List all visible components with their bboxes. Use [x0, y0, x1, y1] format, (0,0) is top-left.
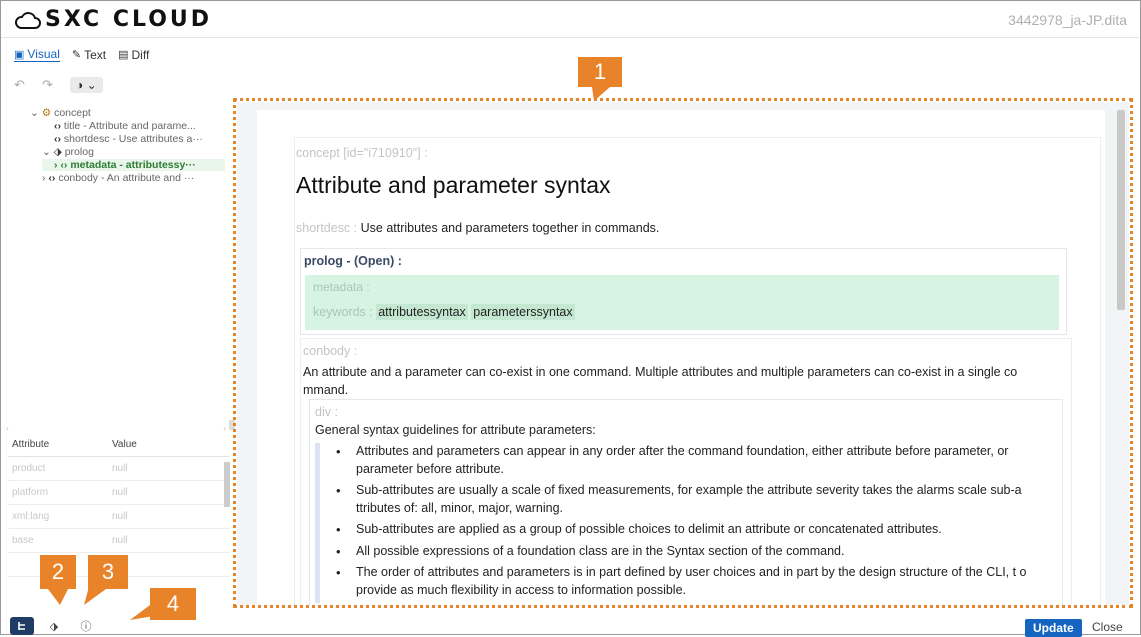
- tree-node-text: - attributessy···: [119, 159, 196, 171]
- tree-node-metadata[interactable]: › ‹› metadata - attributessy···: [42, 159, 225, 171]
- table-row[interactable]: base null: [8, 529, 230, 553]
- update-button[interactable]: Update: [1025, 619, 1082, 637]
- close-button[interactable]: Close: [1092, 620, 1123, 634]
- callout-highlight-frame: [233, 98, 1133, 608]
- tab-diff[interactable]: ▤ Diff: [118, 47, 149, 62]
- pen-icon: ✎: [71, 49, 82, 61]
- callout-2: 2: [40, 555, 76, 605]
- tree-structure-icon: [18, 622, 25, 630]
- tab-text-label: Text: [84, 47, 107, 62]
- tree-node-conbody[interactable]: › ‹› conbody - An attribute and ···: [30, 172, 225, 184]
- attribute-value[interactable]: null: [112, 463, 222, 474]
- tag-icon: ‹›: [60, 159, 68, 171]
- info-button[interactable]: ⓘ: [74, 617, 98, 635]
- bottom-toolbar: ⬗ ⓘ: [10, 617, 98, 635]
- tag-icon: ⬗: [49, 620, 59, 633]
- tag-icon: ‹›: [54, 133, 61, 145]
- attribute-table-header: Attribute Value: [8, 432, 230, 457]
- tree-node-shortdesc[interactable]: ‹› shortdesc - Use attributes a···: [30, 133, 225, 145]
- tree-node-tag: shortdesc: [63, 133, 110, 145]
- tab-visual[interactable]: ▣ Visual: [14, 47, 60, 62]
- tree-node-prolog[interactable]: ⌄ ⬗ prolog: [30, 146, 225, 158]
- attribute-value[interactable]: null: [112, 535, 222, 546]
- attribute-value[interactable]: null: [112, 511, 222, 522]
- tag-icon: ‹›: [48, 172, 56, 184]
- brand-logo: SXC CLOUD: [15, 8, 212, 32]
- callout-number: 4: [166, 591, 180, 616]
- structure-view-button[interactable]: [10, 617, 34, 635]
- tree-node-tag: metadata: [70, 159, 117, 171]
- outline-tree: ⌄ ⚙ concept ‹› title - Attribute and par…: [30, 107, 225, 185]
- attribute-name: platform: [12, 487, 49, 498]
- visual-icon: ▣: [14, 48, 25, 61]
- attribute-value[interactable]: null: [112, 487, 222, 498]
- tag-view-button[interactable]: ⬗: [42, 617, 66, 635]
- tree-node-tag: title: [63, 120, 81, 132]
- table-row[interactable]: platform null: [8, 481, 230, 505]
- callout-4: 4: [130, 588, 196, 620]
- tree-horizontal-scrollbar[interactable]: ‹ ›: [6, 424, 226, 433]
- attribute-name: xml:lang: [12, 511, 50, 522]
- callout-3: 3: [84, 555, 128, 605]
- tree-node-text: - Use attributes a···: [112, 133, 203, 145]
- callout-1: 1: [578, 57, 622, 101]
- tag-icon: ‹›: [54, 120, 61, 132]
- view-tabs: ▣ Visual ✎ Text ▤ Diff: [14, 47, 149, 62]
- tree-node-tag: conbody: [58, 172, 99, 184]
- callout-number: 1: [593, 59, 607, 84]
- tree-node-label: concept: [54, 107, 91, 119]
- tab-diff-label: Diff: [131, 47, 150, 62]
- attribute-name: base: [12, 535, 34, 546]
- app-header: SXC CLOUD 3442978_ja-JP.dita: [1, 1, 1139, 38]
- column-header-attribute: Attribute: [12, 438, 50, 450]
- redo-icon[interactable]: ↷: [42, 77, 60, 93]
- attribute-table-scrollbar[interactable]: [224, 462, 230, 507]
- tab-text[interactable]: ✎ Text: [72, 47, 106, 62]
- document-filename: 3442978_ja-JP.dita: [1008, 12, 1127, 28]
- diff-icon: ▤: [118, 49, 129, 61]
- tag-label-icon: ⬗: [53, 146, 62, 158]
- concept-icon: ⚙: [41, 107, 52, 119]
- attribute-name: product: [12, 463, 46, 474]
- tab-visual-label: Visual: [27, 47, 60, 61]
- tree-node-text: - An attribute and ···: [100, 172, 195, 184]
- callout-number: 2: [51, 559, 65, 584]
- undo-icon[interactable]: ↶: [14, 77, 32, 93]
- table-row[interactable]: product null: [8, 457, 230, 481]
- column-header-value: Value: [112, 438, 137, 450]
- tree-node-title[interactable]: ‹› title - Attribute and parame...: [30, 120, 225, 132]
- editor-toolbar: ↶ ↷ ◑ ⌄: [14, 74, 224, 96]
- tree-node-concept[interactable]: ⌄ ⚙ concept: [30, 107, 225, 119]
- callout-number: 3: [101, 559, 115, 584]
- info-icon: ⓘ: [80, 621, 92, 633]
- table-row[interactable]: xml:lang null: [8, 505, 230, 529]
- theme-toggle-button[interactable]: ◑ ⌄: [70, 77, 103, 93]
- cloud-icon: [15, 12, 41, 29]
- brand-name: SXC CLOUD: [45, 7, 213, 32]
- tree-node-text: - Attribute and parame...: [83, 120, 196, 132]
- tree-node-tag: prolog: [64, 146, 94, 158]
